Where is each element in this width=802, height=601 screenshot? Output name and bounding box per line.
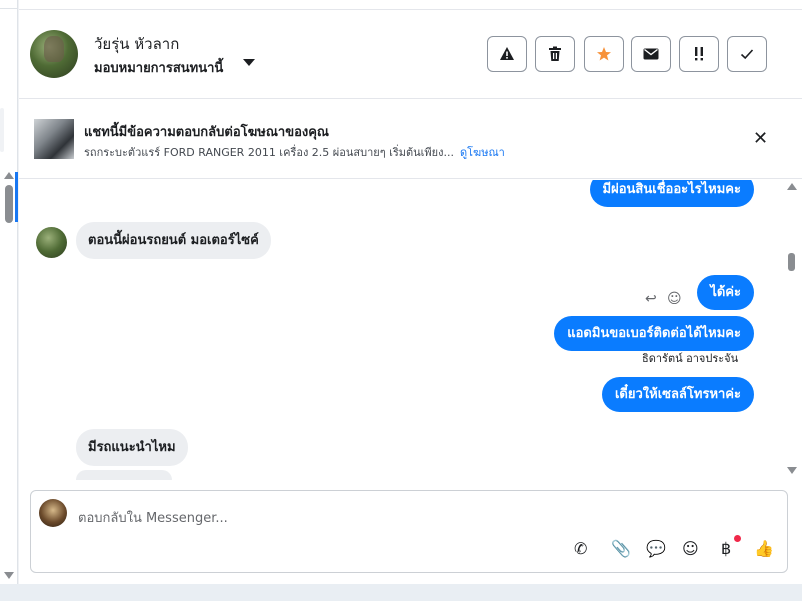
ad-banner-title: แชทนี้มีข้อความตอบกลับต่อโฆษณาของคุณ: [84, 125, 329, 140]
star-icon: [597, 47, 611, 61]
chevron-down-icon[interactable]: [243, 59, 255, 66]
message-bubble-outgoing[interactable]: เดี๋ยวให้เซลล์โทรหาค่ะ: [601, 377, 754, 412]
left-panel-edge: [0, 0, 18, 584]
notification-dot: [734, 535, 741, 542]
react-icon[interactable]: ☺: [667, 291, 682, 307]
delete-button[interactable]: [535, 36, 575, 72]
app-shell: วัยรุ่น หัวลาก มอบหมายการสนทนานี้ แชทนี้…: [0, 0, 802, 601]
like-icon[interactable]: 👍: [754, 539, 774, 558]
reply-icon[interactable]: ↩: [645, 291, 657, 307]
message-bubble-incoming[interactable]: มีรถแนะนำไหม: [76, 429, 188, 466]
trash-icon: [549, 46, 561, 61]
thread-scroll-up-arrow[interactable]: [787, 183, 797, 190]
follow-up-button[interactable]: [679, 36, 719, 72]
contact-name[interactable]: วัยรุ่น หัวลาก: [94, 32, 179, 56]
view-ad-link[interactable]: ดูโฆษณา: [460, 146, 505, 159]
divider: [0, 8, 18, 9]
spam-button[interactable]: [487, 36, 527, 72]
contact-avatar[interactable]: [30, 30, 78, 78]
message-bubble-outgoing[interactable]: แอดมินขอเบอร์ติดต่อได้ไหมคะ: [554, 316, 754, 351]
thread-scrollbar-thumb[interactable]: [788, 253, 795, 271]
star-button[interactable]: [584, 36, 624, 72]
page-avatar: [39, 499, 67, 527]
emoji-icon[interactable]: ☺: [682, 539, 699, 558]
message-bubble-outgoing[interactable]: มีผ่อนสินเชื่ออะไรไหมคะ: [589, 180, 754, 207]
scroll-down-arrow[interactable]: [4, 572, 14, 579]
close-icon[interactable]: ✕: [753, 128, 768, 149]
ad-description: รถกระบะตัวแรร์ FORD RANGER 2011 เครื่อง …: [84, 146, 454, 159]
message-bubble-outgoing[interactable]: ได้ค่ะ: [697, 275, 754, 310]
saved-reply-icon[interactable]: 💬: [646, 539, 666, 558]
done-button[interactable]: [727, 36, 767, 72]
ad-reply-banner: แชทนี้มีข้อความตอบกลับต่อโฆษณาของคุณ รถก…: [19, 99, 802, 179]
reply-composer[interactable]: ตอบกลับใน Messenger... ✆ 📎 💬 ☺ ฿ 👍: [30, 490, 788, 573]
active-conversation-indicator: [15, 172, 18, 222]
ad-thumbnail[interactable]: [34, 119, 74, 159]
mark-unread-button[interactable]: [631, 36, 671, 72]
conversation-pane: วัยรุ่น หัวลาก มอบหมายการสนทนานี้ แชทนี้…: [19, 0, 802, 584]
attachment-icon[interactable]: 📎: [611, 539, 631, 558]
call-icon[interactable]: ✆: [574, 539, 587, 558]
conversation-header: วัยรุ่น หัวลาก มอบหมายการสนทนานี้: [19, 10, 802, 99]
follow-up-icon: [695, 47, 703, 61]
reply-input[interactable]: ตอบกลับใน Messenger...: [78, 507, 228, 528]
message-thread: มีผ่อนสินเชื่ออะไรไหมคะ ตอนนี้ผ่อนรถยนต์…: [19, 180, 802, 480]
panel-tab[interactable]: [0, 108, 4, 152]
warning-icon: [500, 47, 514, 60]
scroll-up-arrow[interactable]: [4, 172, 14, 179]
window-bottom-edge: [0, 584, 802, 601]
sender-name: ธิดารัตน์ อาจประจัน: [642, 352, 739, 365]
ad-banner-subtitle: รถกระบะตัวแรร์ FORD RANGER 2011 เครื่อง …: [84, 143, 505, 161]
thread-scroll-down-arrow[interactable]: [787, 467, 797, 474]
message-bubble-incoming-partial: [76, 470, 172, 480]
envelope-icon: [643, 48, 659, 60]
left-scrollbar-thumb[interactable]: [5, 185, 13, 223]
payment-icon[interactable]: ฿: [721, 539, 731, 558]
contact-avatar-small[interactable]: [36, 227, 67, 258]
message-bubble-incoming[interactable]: ตอนนี้ผ่อนรถยนต์ มอเตอร์ไซค์: [76, 222, 271, 259]
assign-conversation-label[interactable]: มอบหมายการสนทนานี้: [94, 57, 223, 78]
checkmark-icon: [740, 49, 754, 60]
